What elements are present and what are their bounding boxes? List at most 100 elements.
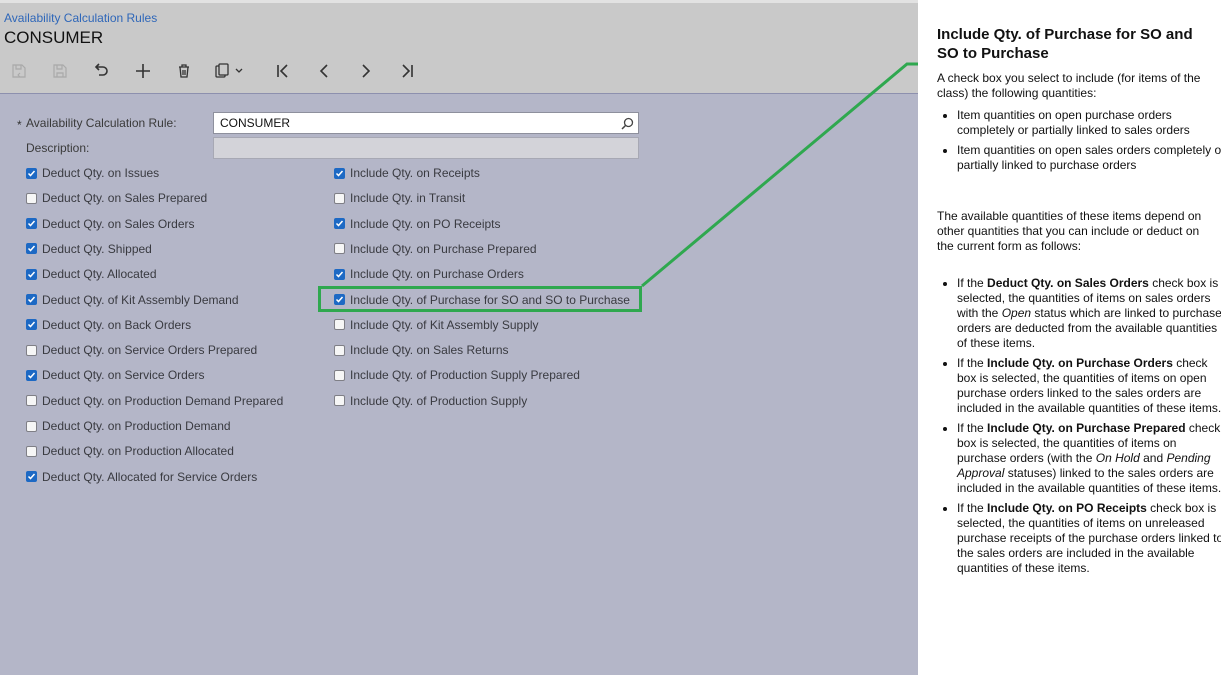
checkbox-deduct-qty-on-production-demand[interactable]: Deduct Qty. on Production Demand	[26, 418, 231, 434]
checkbox-deduct-qty-on-production-allocated[interactable]: Deduct Qty. on Production Allocated	[26, 443, 234, 459]
page-header: Availability Calculation Rules CONSUMER	[0, 0, 918, 94]
checkbox-label: Include Qty. in Transit	[350, 191, 466, 206]
main-form-area: Availability Calculation Rules CONSUMER	[0, 0, 918, 675]
list-item: If the Include Qty. on PO Receipts check…	[957, 501, 1221, 576]
help-middle: The available quantities of these items …	[937, 209, 1202, 253]
checkbox-deduct-qty-on-sales-prepared[interactable]: Deduct Qty. on Sales Prepared	[26, 190, 207, 206]
help-list-1: Item quantities on open purchase orders …	[937, 108, 1221, 178]
checkbox-include-qty-of-production-supply-prepared[interactable]: Include Qty. of Production Supply Prepar…	[334, 367, 580, 383]
checkbox-deduct-qty-on-service-orders-prepared[interactable]: Deduct Qty. on Service Orders Prepared	[26, 342, 257, 358]
breadcrumb[interactable]: Availability Calculation Rules	[4, 11, 157, 25]
checkbox-include-qty-on-receipts[interactable]: Include Qty. on Receipts	[334, 165, 480, 181]
rule-label: Availability Calculation Rule:	[26, 116, 177, 130]
checkbox-unchecked-icon[interactable]	[26, 420, 37, 432]
save-as-icon[interactable]	[7, 59, 31, 83]
checkbox-unchecked-icon[interactable]	[334, 243, 345, 255]
required-asterisk: *	[17, 118, 22, 132]
checkbox-label: Deduct Qty. on Service Orders	[42, 368, 205, 383]
checkbox-label: Deduct Qty. on Issues	[42, 166, 160, 180]
checkbox-deduct-qty-shipped[interactable]: Deduct Qty. Shipped	[26, 241, 152, 257]
list-item: Item quantities on open sales orders com…	[957, 143, 1221, 173]
checkbox-label: Include Qty. on Purchase Orders	[350, 267, 524, 282]
checkbox-label: Include Qty. of Production Supply	[350, 393, 528, 408]
checkbox-label: Deduct Qty. of Kit Assembly Demand	[42, 292, 239, 307]
first-record-icon[interactable]	[271, 59, 295, 83]
checkbox-label: Deduct Qty. Allocated	[42, 267, 157, 282]
checkbox-deduct-qty-allocated-for-service-orders[interactable]: Deduct Qty. Allocated for Service Orders	[26, 469, 257, 485]
checkbox-checked-icon[interactable]	[26, 319, 37, 331]
checkbox-deduct-qty-on-back-orders[interactable]: Deduct Qty. on Back Orders	[26, 317, 191, 333]
checkbox-label: Deduct Qty. on Production Demand Prepare…	[42, 393, 284, 408]
checkbox-label: Deduct Qty. Shipped	[42, 241, 152, 256]
checkbox-label: Include Qty. of Production Supply Prepar…	[350, 368, 580, 383]
checkbox-deduct-qty-on-issues[interactable]: Deduct Qty. on Issues	[26, 165, 159, 181]
checkbox-label: Include Qty. on Receipts	[350, 166, 480, 180]
checkbox-checked-icon[interactable]	[26, 268, 37, 280]
last-record-icon[interactable]	[395, 59, 419, 83]
previous-record-icon[interactable]	[312, 59, 336, 83]
checkbox-deduct-qty-on-production-demand-prepared[interactable]: Deduct Qty. on Production Demand Prepare…	[26, 393, 283, 409]
checkbox-unchecked-icon[interactable]	[334, 192, 345, 204]
checkbox-deduct-qty-of-kit-assembly-demand[interactable]: Deduct Qty. of Kit Assembly Demand	[26, 292, 239, 308]
highlight-frame	[318, 286, 642, 312]
checkbox-include-qty-of-kit-assembly-supply[interactable]: Include Qty. of Kit Assembly Supply	[334, 317, 539, 333]
checkbox-checked-icon[interactable]	[26, 471, 37, 483]
checkbox-label: Deduct Qty. on Sales Orders	[42, 216, 195, 231]
checkbox-unchecked-icon[interactable]	[26, 192, 37, 204]
checkbox-label: Deduct Qty. on Service Orders Prepared	[42, 343, 258, 358]
checkbox-include-qty-on-purchase-orders[interactable]: Include Qty. on Purchase Orders	[334, 266, 524, 282]
list-item: If the Include Qty. on Purchase Prepared…	[957, 421, 1221, 496]
checkbox-include-qty-on-sales-returns[interactable]: Include Qty. on Sales Returns	[334, 342, 509, 358]
checkbox-label: Include Qty. on Purchase Prepared	[350, 241, 537, 256]
checkbox-deduct-qty-on-sales-orders[interactable]: Deduct Qty. on Sales Orders	[26, 216, 195, 232]
checkbox-label: Deduct Qty. on Back Orders	[42, 317, 192, 332]
add-icon[interactable]	[131, 59, 155, 83]
help-title: Include Qty. of Purchase for SO and SO t…	[937, 26, 1193, 62]
help-intro: A check box you select to include (for i…	[937, 71, 1201, 100]
list-item: Item quantities on open purchase orders …	[957, 108, 1221, 138]
description-label: Description:	[26, 141, 90, 155]
help-panel: Include Qty. of Purchase for SO and SO t…	[918, 0, 1221, 675]
checkbox-unchecked-icon[interactable]	[26, 395, 37, 407]
checkbox-checked-icon[interactable]	[334, 167, 345, 179]
checkbox-label: Deduct Qty. on Sales Prepared	[42, 191, 208, 206]
rule-value: CONSUMER	[220, 116, 291, 130]
checkbox-unchecked-icon[interactable]	[334, 369, 345, 381]
checkbox-unchecked-icon[interactable]	[26, 445, 37, 457]
checkbox-unchecked-icon[interactable]	[26, 344, 37, 356]
checkbox-checked-icon[interactable]	[26, 218, 37, 230]
help-list-2: If the Deduct Qty. on Sales Orders check…	[937, 276, 1221, 581]
page-title: CONSUMER	[4, 28, 104, 47]
description-field	[213, 137, 639, 159]
undo-icon[interactable]	[89, 59, 113, 83]
next-record-icon[interactable]	[354, 59, 378, 83]
checkbox-unchecked-icon[interactable]	[334, 319, 345, 331]
checkbox-checked-icon[interactable]	[334, 268, 345, 280]
checkbox-checked-icon[interactable]	[26, 167, 37, 179]
checkbox-include-qty-on-po-receipts[interactable]: Include Qty. on PO Receipts	[334, 216, 501, 232]
search-icon[interactable]	[621, 117, 634, 130]
checkbox-include-qty-on-purchase-prepared[interactable]: Include Qty. on Purchase Prepared	[334, 241, 537, 257]
checkbox-deduct-qty-on-service-orders[interactable]: Deduct Qty. on Service Orders	[26, 367, 205, 383]
checkbox-deduct-qty-allocated[interactable]: Deduct Qty. Allocated	[26, 266, 157, 282]
checkbox-label: Include Qty. on Sales Returns	[350, 343, 509, 358]
copy-paste-icon[interactable]	[213, 59, 245, 83]
save-icon[interactable]	[48, 59, 72, 83]
checkbox-label: Include Qty. of Kit Assembly Supply	[350, 317, 539, 332]
checkbox-checked-icon[interactable]	[26, 294, 37, 305]
checkbox-checked-icon[interactable]	[334, 218, 345, 230]
checkbox-checked-icon[interactable]	[26, 369, 37, 381]
checkbox-include-qty-of-production-supply[interactable]: Include Qty. of Production Supply	[334, 393, 527, 409]
rule-selector-field[interactable]: CONSUMER	[213, 112, 639, 134]
checkbox-unchecked-icon[interactable]	[334, 395, 345, 407]
checkbox-label: Deduct Qty. Allocated for Service Orders	[42, 469, 258, 484]
checkbox-include-qty-in-transit[interactable]: Include Qty. in Transit	[334, 190, 465, 206]
checkbox-checked-icon[interactable]	[26, 243, 37, 255]
delete-icon[interactable]	[172, 59, 196, 83]
checkbox-label: Deduct Qty. on Production Allocated	[42, 444, 234, 459]
checkbox-label: Include Qty. on PO Receipts	[350, 216, 501, 231]
checkbox-label: Deduct Qty. on Production Demand	[42, 419, 231, 433]
list-item: If the Deduct Qty. on Sales Orders check…	[957, 276, 1221, 351]
list-item: If the Include Qty. on Purchase Orders c…	[957, 356, 1221, 416]
checkbox-unchecked-icon[interactable]	[334, 344, 345, 356]
